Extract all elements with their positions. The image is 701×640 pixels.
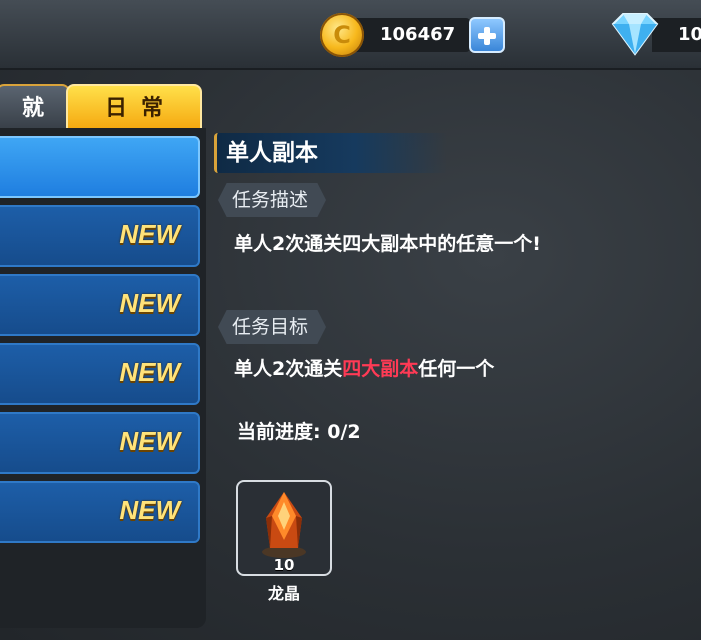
task-list-item[interactable]: NEW: [0, 205, 200, 267]
task-list-item[interactable]: NEW: [0, 481, 200, 543]
reward-slot[interactable]: 10: [236, 480, 332, 576]
objective-highlight: 四大副本: [342, 358, 419, 380]
task-title: 单人副本: [226, 140, 318, 166]
description-label: 任务描述: [218, 183, 327, 217]
task-objective: 单人2次通关四大副本任何一个: [234, 356, 494, 382]
gem-value: 10: [678, 24, 701, 45]
task-description: 单人2次通关四大副本中的任意一个!: [234, 233, 541, 255]
tab-achievement[interactable]: 就: [0, 84, 70, 132]
add-coins-button[interactable]: [469, 17, 505, 53]
diamond-icon: [611, 13, 659, 56]
task-list-item-selected[interactable]: [0, 136, 200, 198]
new-badge: NEW: [119, 288, 180, 318]
coin-icon: [320, 13, 364, 57]
objective-prefix: 单人2次通关: [234, 358, 343, 380]
new-badge: NEW: [119, 357, 180, 387]
task-list-item[interactable]: NEW: [0, 412, 200, 474]
task-list-item[interactable]: NEW: [0, 343, 200, 405]
objective-suffix: 任何一个: [418, 358, 495, 380]
reward-count: 10: [273, 556, 295, 574]
tab-daily[interactable]: 日常: [66, 84, 202, 130]
coin-value: 106467: [380, 24, 456, 45]
new-badge: NEW: [119, 426, 180, 456]
dragon-crystal-icon: [262, 492, 306, 558]
objective-label: 任务目标: [218, 310, 327, 344]
top-bar: 106467 10: [0, 0, 701, 70]
new-badge: NEW: [119, 219, 180, 249]
task-list-item[interactable]: NEW: [0, 274, 200, 336]
new-badge: NEW: [119, 495, 180, 525]
task-progress: 当前进度: 0/2: [237, 421, 361, 443]
reward-name: 龙晶: [267, 584, 300, 603]
